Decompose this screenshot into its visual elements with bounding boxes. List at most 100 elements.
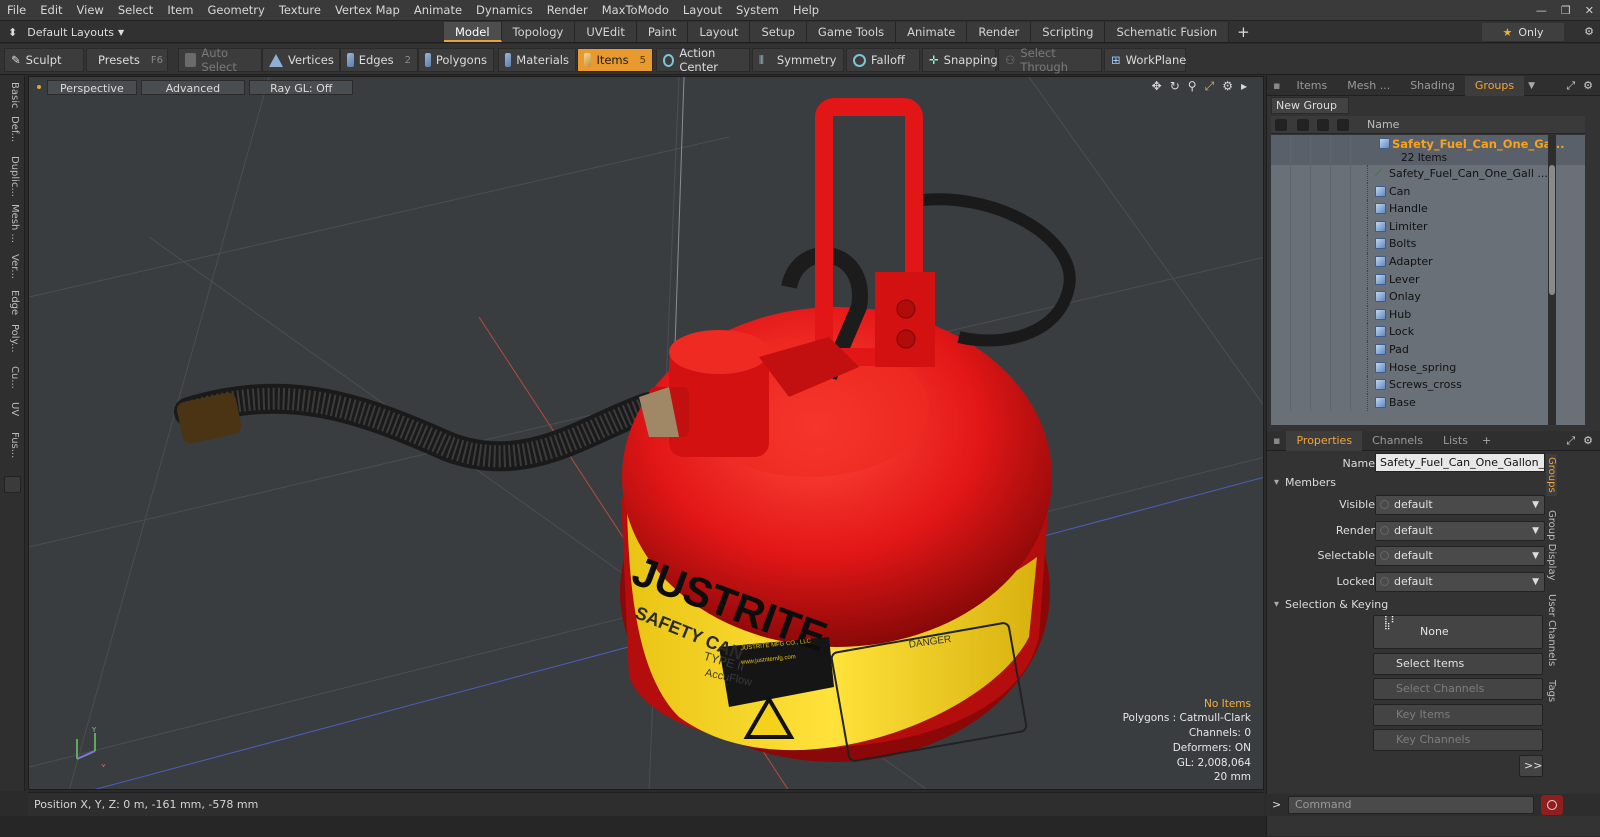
key-channels-button[interactable]: Key Channels xyxy=(1373,729,1543,751)
side-tab-user-channels[interactable]: User Channels xyxy=(1546,594,1557,666)
visible-dropdown[interactable]: default ▼ xyxy=(1375,495,1545,515)
side-tab-group-display[interactable]: Group Display xyxy=(1546,510,1557,580)
select-through-button[interactable]: ⚇ Select Through xyxy=(998,46,1102,74)
list-item[interactable]: Can xyxy=(1271,182,1585,201)
name-field[interactable]: Safety_Fuel_Can_One_Gallon_Re xyxy=(1375,453,1545,472)
none-button[interactable]: ⠇⠇ ⠿ None xyxy=(1373,615,1543,649)
menu-file[interactable]: File xyxy=(0,0,33,21)
list-item[interactable]: Handle xyxy=(1271,200,1585,218)
left-tab-edge[interactable]: Edge xyxy=(4,290,20,315)
selectable-column-icon[interactable] xyxy=(1317,119,1329,131)
tab-paint[interactable]: Paint xyxy=(636,22,689,42)
vertices-button[interactable]: Vertices 1 xyxy=(262,48,351,72)
command-input[interactable]: Command xyxy=(1288,796,1534,814)
shading-mode-button[interactable]: Advanced xyxy=(140,79,246,95)
workplane-button[interactable]: ⊞ WorkPlane xyxy=(1104,48,1186,72)
pan-icon[interactable]: ✥ xyxy=(1152,79,1162,94)
tab-uvedit[interactable]: UVEdit xyxy=(575,22,637,42)
tab-items[interactable]: Items xyxy=(1286,76,1337,96)
pop-out-icon[interactable]: ⤢ xyxy=(1566,431,1575,451)
view-type-button[interactable]: Perspective xyxy=(47,79,137,95)
menu-system[interactable]: System xyxy=(729,0,786,21)
rotate-icon[interactable]: ↻ xyxy=(1170,79,1180,94)
tab-scripting[interactable]: Scripting xyxy=(1031,22,1106,42)
add-tab-icon[interactable]: + xyxy=(1482,434,1491,447)
list-item[interactable]: Onlay xyxy=(1271,288,1585,306)
menu-dynamics[interactable]: Dynamics xyxy=(469,0,540,21)
members-section-header[interactable]: Members xyxy=(1271,475,1541,491)
add-tab-icon[interactable]: + xyxy=(1229,22,1258,42)
items-button[interactable]: Items 5 xyxy=(577,48,653,72)
gear-icon[interactable]: ⚙ xyxy=(1584,21,1594,43)
viewport-options-icon[interactable] xyxy=(37,85,41,89)
selectable-dropdown[interactable]: default ▼ xyxy=(1375,546,1545,566)
menu-render[interactable]: Render xyxy=(540,0,595,21)
minimize-icon[interactable]: — xyxy=(1536,0,1547,21)
edges-button[interactable]: Edges 2 xyxy=(340,48,418,72)
left-tab-uv[interactable]: UV xyxy=(4,402,20,416)
tab-game-tools[interactable]: Game Tools xyxy=(806,22,897,42)
tabs-dropdown-icon[interactable]: ▼ xyxy=(1528,81,1535,91)
only-toggle[interactable]: ★ Only xyxy=(1482,23,1564,41)
locked-dropdown[interactable]: default ▼ xyxy=(1375,572,1545,592)
left-tab-basic[interactable]: Basic xyxy=(4,82,20,108)
list-item[interactable]: Pad xyxy=(1271,340,1585,359)
list-item[interactable]: Hose_spring xyxy=(1271,358,1585,377)
tab-properties[interactable]: Properties xyxy=(1286,430,1363,451)
left-tab-mesh[interactable]: Mesh ... xyxy=(4,204,20,243)
selection-keying-section-header[interactable]: Selection & Keying xyxy=(1271,597,1541,613)
layout-selector[interactable]: ⬍ Default Layouts ▼ xyxy=(8,21,124,43)
menu-maxtomodo[interactable]: MaxToModo xyxy=(595,0,676,21)
auto-select-button[interactable]: Auto Select xyxy=(178,46,262,74)
tab-layout[interactable]: Layout xyxy=(688,22,751,42)
sculpt-button[interactable]: ✎ Sculpt xyxy=(4,48,84,72)
tab-setup[interactable]: Setup xyxy=(750,22,807,42)
more-button[interactable]: >> xyxy=(1519,755,1543,777)
menu-vertex-map[interactable]: Vertex Map xyxy=(328,0,407,21)
tab-channels[interactable]: Channels xyxy=(1362,431,1433,451)
visibility-column-icon[interactable] xyxy=(1275,119,1287,131)
new-group-button[interactable]: New Group xyxy=(1271,97,1349,114)
list-item[interactable]: Limiter xyxy=(1271,217,1585,236)
select-channels-button[interactable]: Select Channels xyxy=(1373,678,1543,700)
polygons-button[interactable]: Polygons xyxy=(418,48,494,72)
left-tab-duplicate[interactable]: Duplic... xyxy=(4,156,20,197)
render-dropdown[interactable]: default ▼ xyxy=(1375,521,1545,541)
3d-viewport[interactable]: DANGER JUSTRITE SAFETY CAN TYPE II AccuF… xyxy=(28,76,1264,790)
left-panel-toggle[interactable] xyxy=(4,476,21,493)
menu-select[interactable]: Select xyxy=(111,0,160,21)
left-tab-vertex[interactable]: Ver... xyxy=(4,254,20,279)
pop-out-icon[interactable]: ⤢ xyxy=(1566,76,1575,96)
tab-animate[interactable]: Animate xyxy=(896,22,968,42)
list-item[interactable]: ⟋ Safety_Fuel_Can_One_Gall ... xyxy=(1271,165,1585,183)
maximize-icon[interactable]: ❐ xyxy=(1561,0,1571,21)
tab-schematic-fusion[interactable]: Schematic Fusion xyxy=(1105,22,1230,42)
lock-column-icon[interactable] xyxy=(1337,119,1349,131)
list-item[interactable]: Base xyxy=(1271,393,1585,412)
presets-button[interactable]: Presets F6 xyxy=(86,48,168,72)
tab-drag-handle[interactable]: ▪ xyxy=(1267,79,1286,92)
action-center-button[interactable]: Action Center xyxy=(656,46,750,74)
zoom-icon[interactable]: ⚲ xyxy=(1188,79,1197,94)
menu-geometry[interactable]: Geometry xyxy=(201,0,272,21)
tab-model[interactable]: Model xyxy=(444,22,502,42)
scrollbar-thumb[interactable] xyxy=(1549,165,1555,295)
viewport-settings-icon[interactable]: ⚙ xyxy=(1222,79,1233,94)
tab-lists[interactable]: Lists xyxy=(1433,431,1478,451)
record-macro-button[interactable] xyxy=(1541,795,1563,815)
properties-gear-icon[interactable]: ⚙ xyxy=(1583,431,1593,451)
menu-texture[interactable]: Texture xyxy=(272,0,328,21)
render-column-icon[interactable] xyxy=(1297,119,1309,131)
list-item[interactable]: Screws_cross xyxy=(1271,376,1585,394)
tab-mesh[interactable]: Mesh ... xyxy=(1337,76,1400,96)
key-items-button[interactable]: Key Items xyxy=(1373,704,1543,726)
expand-arrow-icon[interactable]: ▸ xyxy=(1241,79,1247,94)
left-tab-curve[interactable]: Cu... xyxy=(4,366,20,389)
tab-groups[interactable]: Groups xyxy=(1464,75,1525,96)
menu-view[interactable]: View xyxy=(70,0,111,21)
falloff-button[interactable]: Falloff xyxy=(846,48,920,72)
select-items-button[interactable]: Select Items xyxy=(1373,653,1543,675)
raygl-button[interactable]: Ray GL: Off xyxy=(249,79,354,95)
side-tab-tags[interactable]: Tags xyxy=(1546,680,1557,702)
left-tab-polygon[interactable]: Poly... xyxy=(4,324,20,353)
